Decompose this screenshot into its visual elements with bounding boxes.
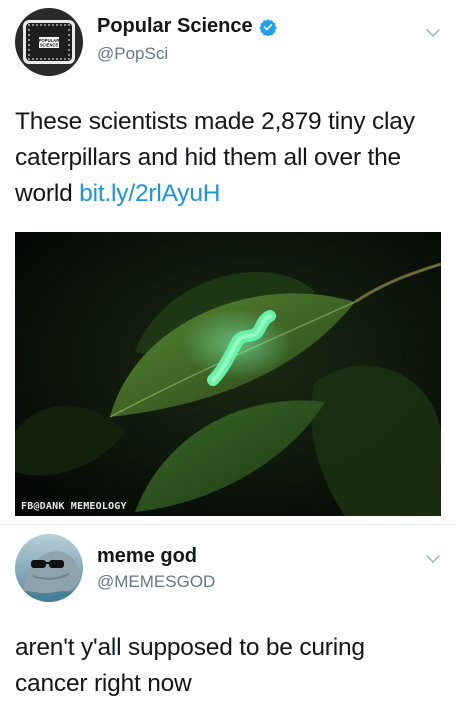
tweet-memegod: meme god @MEMESGOD aren't y'all supposed… — [0, 524, 456, 720]
author-name[interactable]: meme god — [97, 545, 197, 568]
avatar-memegod[interactable] — [15, 534, 83, 602]
tweet-text: aren't y'all supposed to be curing cance… — [15, 634, 365, 697]
svg-text:SCIENCE: SCIENCE — [40, 43, 59, 48]
tweet-media-image[interactable]: FB@DANK MEMEOLOGY — [15, 232, 441, 516]
author-row-popsci: Popular Science — [97, 15, 277, 38]
dolphin-sunglasses-avatar-icon — [15, 534, 83, 602]
caterpillar-photo — [15, 232, 441, 516]
tweet-text: These scientists made 2,879 tiny clay ca… — [15, 104, 435, 212]
chevron-down-icon[interactable] — [425, 25, 441, 41]
author-handle[interactable]: @PopSci — [97, 44, 168, 64]
author-handle[interactable]: @MEMESGOD — [97, 572, 215, 592]
verified-badge-icon — [258, 18, 277, 36]
author-row-memegod: meme god — [97, 545, 197, 568]
avatar-popsci[interactable]: POPULAR SCIENCE — [15, 8, 83, 76]
author-name[interactable]: Popular Science — [97, 15, 253, 38]
chevron-down-icon[interactable] — [425, 551, 441, 567]
tweet-popsci: POPULAR SCIENCE Popular Science @PopSci … — [0, 0, 456, 524]
tweet-link[interactable]: bit.ly/2rlAyuH — [79, 180, 220, 207]
popsci-logo-icon: POPULAR SCIENCE — [15, 8, 83, 76]
media-watermark: FB@DANK MEMEOLOGY — [21, 501, 127, 512]
